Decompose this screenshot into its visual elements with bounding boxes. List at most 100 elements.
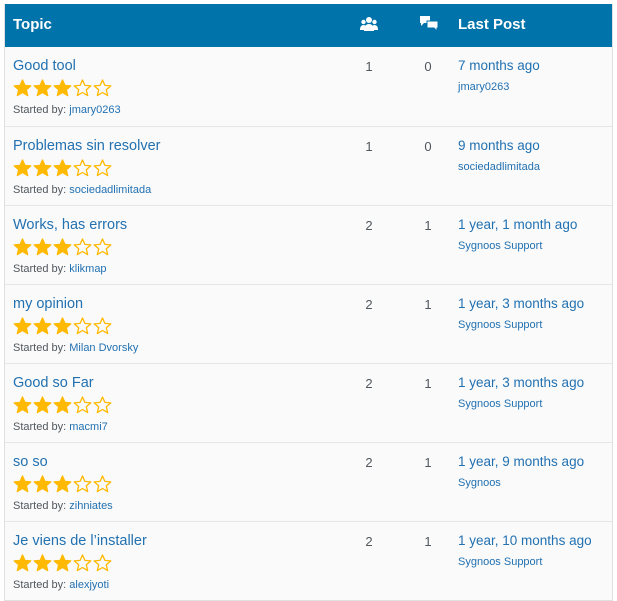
voice-count: 1: [365, 139, 373, 154]
star-filled-icon: [13, 317, 32, 335]
star-empty-icon: [93, 159, 112, 177]
participants-icon: [360, 15, 378, 37]
topic-row: Good so Far Started by: macmi7 2 1 1 yea…: [5, 363, 612, 442]
topic-title-link[interactable]: Problemas sin resolver: [13, 138, 160, 154]
star-filled-icon: [33, 79, 52, 97]
topic-title-link[interactable]: Works, has errors: [13, 217, 127, 233]
reply-count: 0: [424, 59, 432, 74]
rating-stars: [13, 159, 112, 177]
started-by: Started by: sociedadlimitada: [13, 184, 151, 196]
voice-count: 2: [365, 297, 373, 312]
voice-count: 1: [365, 59, 373, 74]
last-poster-link[interactable]: Sygnoos Support: [458, 556, 542, 568]
star-filled-icon: [53, 159, 72, 177]
author-link[interactable]: sociedadlimitada: [69, 184, 151, 196]
star-filled-icon: [33, 475, 52, 493]
voice-count: 2: [365, 455, 373, 470]
star-empty-icon: [93, 475, 112, 493]
started-by-label: Started by:: [13, 263, 70, 275]
voice-count: 2: [365, 534, 373, 549]
last-post-time-link[interactable]: 1 year, 1 month ago: [458, 217, 577, 232]
last-post-time-link[interactable]: 7 months ago: [458, 58, 540, 73]
rating-stars: [13, 475, 112, 493]
topic-row: Works, has errors Started by: klikmap 2 …: [5, 205, 612, 284]
topic-row: so so Started by: zihniates 2 1 1 year, …: [5, 442, 612, 521]
reply-count: 1: [424, 455, 432, 470]
star-empty-icon: [93, 317, 112, 335]
star-filled-icon: [33, 159, 52, 177]
last-post-time-link[interactable]: 9 months ago: [458, 138, 540, 153]
star-empty-icon: [73, 238, 92, 256]
reply-count: 0: [424, 139, 432, 154]
started-by-label: Started by:: [13, 579, 70, 591]
topic-title-link[interactable]: Good tool: [13, 58, 76, 74]
star-filled-icon: [13, 159, 32, 177]
topic-title-link[interactable]: my opinion: [13, 296, 83, 312]
star-empty-icon: [93, 554, 112, 572]
topic-row: Je viens de l’installer Started by: alex…: [5, 521, 612, 600]
star-empty-icon: [73, 396, 92, 414]
reply-count: 1: [424, 297, 432, 312]
topic-title-link[interactable]: Good so Far: [13, 375, 94, 391]
star-filled-icon: [53, 554, 72, 572]
star-empty-icon: [93, 79, 112, 97]
last-poster-link[interactable]: jmary0263: [458, 81, 509, 93]
topic-row: my opinion Started by: Milan Dvorsky 2 1…: [5, 284, 612, 363]
rating-stars: [13, 317, 112, 335]
started-by-label: Started by:: [13, 500, 70, 512]
last-poster-link[interactable]: Sygnoos Support: [458, 240, 542, 252]
star-filled-icon: [53, 317, 72, 335]
star-filled-icon: [13, 238, 32, 256]
author-link[interactable]: alexjyoti: [69, 579, 109, 591]
rating-stars: [13, 396, 112, 414]
topic-title-link[interactable]: so so: [13, 454, 48, 470]
header-topic: Topic: [13, 16, 52, 33]
topics-table: Topic Last Post Good tool Started by: jm…: [4, 4, 613, 601]
started-by: Started by: Milan Dvorsky: [13, 342, 138, 354]
author-link[interactable]: jmary0263: [69, 104, 120, 116]
star-filled-icon: [33, 396, 52, 414]
last-post-time-link[interactable]: 1 year, 10 months ago: [458, 533, 592, 548]
rating-stars: [13, 554, 112, 572]
last-poster-link[interactable]: Sygnoos Support: [458, 398, 542, 410]
started-by: Started by: zihniates: [13, 500, 113, 512]
last-poster-link[interactable]: Sygnoos Support: [458, 319, 542, 331]
started-by-label: Started by:: [13, 104, 70, 116]
author-link[interactable]: Milan Dvorsky: [69, 342, 138, 354]
replies-icon: [419, 15, 439, 37]
started-by-label: Started by:: [13, 421, 70, 433]
star-filled-icon: [53, 238, 72, 256]
topic-title-link[interactable]: Je viens de l’installer: [13, 533, 147, 549]
star-filled-icon: [13, 475, 32, 493]
reply-count: 1: [424, 534, 432, 549]
reply-count: 1: [424, 218, 432, 233]
star-empty-icon: [93, 396, 112, 414]
star-empty-icon: [93, 238, 112, 256]
started-by: Started by: macmi7: [13, 421, 108, 433]
topic-row: Good tool Started by: jmary0263 1 0 7 mo…: [5, 47, 612, 126]
last-poster-link[interactable]: Sygnoos: [458, 477, 501, 489]
table-header: Topic Last Post: [5, 4, 612, 47]
star-filled-icon: [33, 317, 52, 335]
star-empty-icon: [73, 159, 92, 177]
star-filled-icon: [53, 396, 72, 414]
last-post-time-link[interactable]: 1 year, 3 months ago: [458, 375, 584, 390]
star-empty-icon: [73, 317, 92, 335]
star-filled-icon: [53, 475, 72, 493]
started-by: Started by: alexjyoti: [13, 579, 109, 591]
started-by: Started by: klikmap: [13, 263, 107, 275]
last-post-time-link[interactable]: 1 year, 3 months ago: [458, 296, 584, 311]
voice-count: 2: [365, 218, 373, 233]
last-post-time-link[interactable]: 1 year, 9 months ago: [458, 454, 584, 469]
started-by-label: Started by:: [13, 184, 70, 196]
started-by: Started by: jmary0263: [13, 104, 121, 116]
author-link[interactable]: macmi7: [69, 421, 108, 433]
author-link[interactable]: zihniates: [69, 500, 112, 512]
author-link[interactable]: klikmap: [69, 263, 106, 275]
topic-row: Problemas sin resolver Started by: socie…: [5, 126, 612, 205]
star-filled-icon: [33, 238, 52, 256]
last-poster-link[interactable]: sociedadlimitada: [458, 161, 540, 173]
star-empty-icon: [73, 79, 92, 97]
star-filled-icon: [33, 554, 52, 572]
star-filled-icon: [13, 396, 32, 414]
